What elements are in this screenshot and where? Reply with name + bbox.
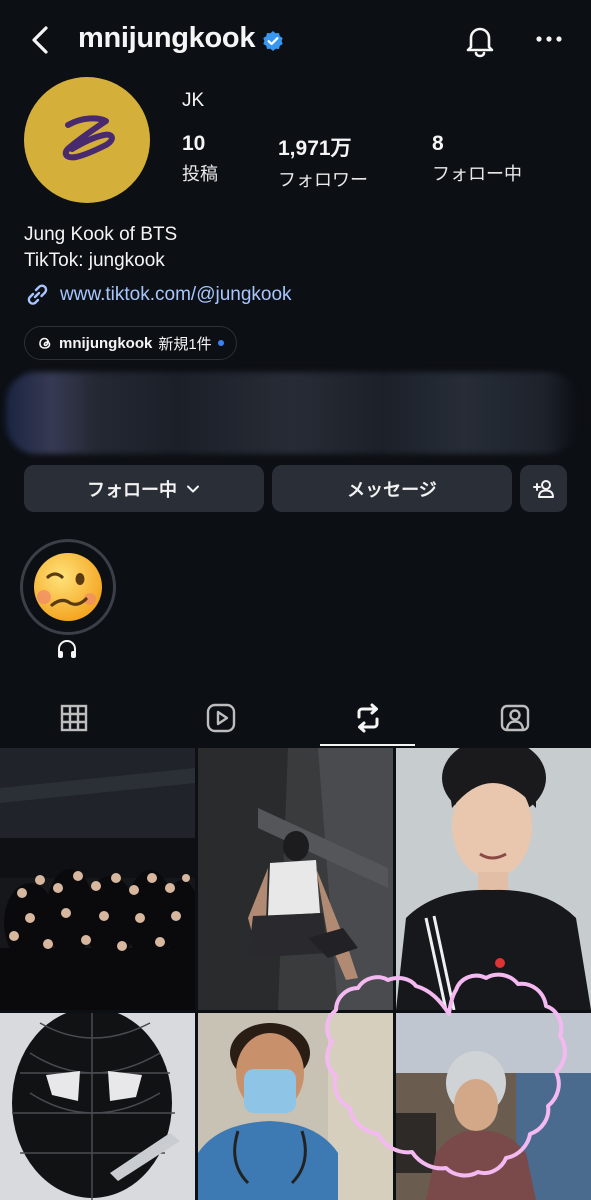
verified-badge-icon (263, 31, 283, 51)
following-button[interactable]: フォロー中 (24, 465, 264, 512)
posts-label: 投稿 (182, 164, 218, 184)
profile-bio: Jung Kook of BTS TikTok: jungkook (24, 222, 177, 274)
post-thumbnail[interactable] (0, 748, 195, 1010)
selected-tab-indicator (320, 744, 415, 746)
suggest-users-button[interactable] (520, 465, 567, 512)
followers-label: フォロワー (278, 170, 368, 190)
link-url: www.tiktok.com/@jungkook (60, 284, 292, 305)
back-chevron-icon[interactable] (26, 22, 58, 58)
tab-grid[interactable] (0, 688, 147, 748)
profile-avatar[interactable] (24, 77, 150, 203)
chevron-down-icon (187, 485, 199, 492)
bio-line: Jung Kook of BTS (24, 224, 178, 245)
new-dot (217, 340, 224, 346)
following-button-label: フォロー中 (87, 479, 177, 500)
threads-badge[interactable]: mnijungkook 新規1件 (24, 326, 237, 360)
post-thumbnail[interactable] (0, 1013, 195, 1200)
followers-stat[interactable]: 1,971万 フォロワー (278, 132, 368, 192)
tab-reposts[interactable] (294, 688, 441, 748)
following-stat[interactable]: 8 フォロー中 (432, 132, 522, 186)
profile-tabs (0, 688, 591, 748)
following-count: 8 (432, 132, 444, 155)
group-photo-image (0, 748, 195, 1010)
more-icon[interactable] (534, 28, 564, 50)
tab-tagged[interactable] (441, 688, 588, 748)
tagged-icon (500, 704, 529, 732)
profile-header: mnijungkook (0, 0, 591, 82)
blurred-followed-by (6, 372, 578, 454)
bio-line: TikTok: jungkook (24, 250, 165, 271)
heart-doodle-icon (325, 972, 567, 1178)
post-grid (0, 748, 591, 1200)
grid-icon (60, 704, 87, 732)
posts-stat[interactable]: 10 投稿 (182, 132, 218, 186)
profile-link[interactable]: www.tiktok.com/@jungkook (24, 282, 292, 308)
logo-icon (62, 115, 115, 161)
display-name: JK (182, 90, 205, 111)
threads-new-count: 新規1件 (158, 335, 212, 353)
message-button-label: メッセージ (347, 479, 437, 500)
add-person-icon (532, 479, 554, 498)
reposts-icon (357, 703, 378, 733)
reels-icon (206, 703, 235, 733)
woozy-face-icon (34, 553, 102, 621)
story-highlight[interactable] (20, 539, 116, 635)
message-button[interactable]: メッセージ (272, 465, 512, 512)
threads-username: mnijungkook (59, 334, 153, 352)
profile-username: mnijungkook (78, 22, 256, 54)
bell-icon[interactable] (462, 22, 498, 58)
headphones-icon (58, 640, 76, 658)
tab-reels[interactable] (147, 688, 294, 748)
threads-icon (39, 337, 51, 349)
followers-count: 1,971万 (278, 137, 352, 160)
following-label: フォロー中 (432, 164, 522, 184)
posts-count: 10 (182, 132, 206, 155)
spider-mask-image (0, 1013, 195, 1200)
link-icon (27, 284, 48, 305)
